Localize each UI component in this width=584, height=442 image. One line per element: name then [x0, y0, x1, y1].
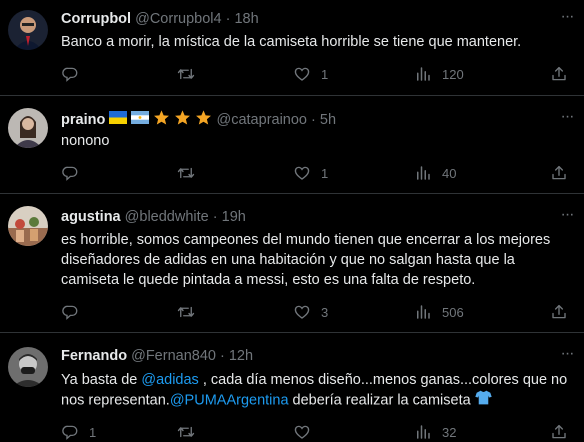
- argentina-flag-icon: [131, 111, 150, 129]
- share-button[interactable]: [550, 422, 568, 442]
- reply-button[interactable]: [61, 302, 79, 322]
- action-bar: 3 506: [0, 302, 584, 322]
- reply-button[interactable]: 1: [61, 422, 96, 442]
- more-icon[interactable]: ···: [558, 9, 576, 30]
- reply-icon: [61, 65, 79, 83]
- views-icon: [414, 164, 432, 182]
- heart-icon: [293, 65, 311, 83]
- action-bar: 1 40: [0, 163, 584, 183]
- reply-icon: [61, 303, 79, 321]
- display-name[interactable]: praino: [61, 112, 105, 128]
- retweet-button[interactable]: [177, 422, 195, 442]
- tweet-header: agustina @bleddwhite · 19h: [61, 208, 246, 226]
- reply-button[interactable]: [61, 64, 79, 84]
- separator: ·: [225, 11, 231, 27]
- ukraine-flag-icon: [109, 111, 128, 129]
- like-button[interactable]: 1: [293, 64, 328, 84]
- avatar[interactable]: [8, 206, 48, 246]
- tweet-2[interactable]: praino @cataprainoo · 5h ··· nonono 1 40: [0, 96, 584, 194]
- display-name[interactable]: agustina: [61, 209, 121, 225]
- avatar[interactable]: [8, 108, 48, 148]
- retweet-button[interactable]: [177, 64, 195, 84]
- tweet-text: Banco a morir, la mística de la camiseta…: [61, 34, 522, 50]
- retweet-button[interactable]: [177, 163, 195, 183]
- share-button[interactable]: [550, 163, 568, 183]
- share-icon: [550, 65, 568, 83]
- action-bar: 1 120: [0, 64, 584, 84]
- heart-icon: [293, 164, 311, 182]
- tshirt-icon: [475, 390, 492, 411]
- views-icon: [414, 65, 432, 83]
- like-button[interactable]: 3: [293, 302, 328, 322]
- views-button[interactable]: 120: [414, 64, 464, 84]
- handle[interactable]: @bleddwhite: [125, 209, 209, 225]
- view-count: 32: [442, 424, 457, 440]
- handle[interactable]: @Corrupbol4: [135, 11, 221, 27]
- action-bar: 1 32: [0, 422, 584, 442]
- timestamp[interactable]: 19h: [222, 209, 246, 225]
- separator: ·: [212, 209, 218, 225]
- timestamp[interactable]: 18h: [234, 11, 258, 27]
- retweet-icon: [177, 164, 195, 182]
- timestamp[interactable]: 5h: [320, 112, 336, 128]
- views-button[interactable]: 32: [414, 422, 456, 442]
- views-icon: [414, 423, 432, 441]
- reply-button[interactable]: [61, 163, 79, 183]
- tweet-4[interactable]: Fernando @Fernan840 · 12h ··· Ya basta d…: [0, 333, 584, 442]
- share-icon: [550, 164, 568, 182]
- heart-icon: [293, 423, 311, 441]
- like-button[interactable]: [293, 422, 311, 442]
- share-button[interactable]: [550, 64, 568, 84]
- retweet-icon: [177, 65, 195, 83]
- more-icon[interactable]: ···: [558, 207, 576, 228]
- share-icon: [550, 303, 568, 321]
- views-button[interactable]: 40: [414, 163, 456, 183]
- reply-icon: [61, 423, 79, 441]
- text-segment: Ya basta de: [61, 372, 142, 388]
- star-icon: [174, 109, 191, 131]
- mention-link[interactable]: @adidas: [141, 372, 198, 388]
- like-count: 3: [321, 304, 329, 320]
- tweet-text: es horrible, somos campeones del mundo t…: [61, 232, 551, 288]
- tweet-header: Corrupbol @Corrupbol4 · 18h: [61, 10, 259, 28]
- tweet-text: nonono: [61, 133, 110, 149]
- like-button[interactable]: 1: [293, 163, 328, 183]
- view-count: 120: [442, 66, 464, 82]
- separator: ·: [311, 111, 316, 128]
- display-name[interactable]: Fernando: [61, 348, 127, 364]
- tweet-3[interactable]: agustina @bleddwhite · 19h ··· es horrib…: [0, 194, 584, 333]
- views-icon: [414, 303, 432, 321]
- retweet-icon: [177, 303, 195, 321]
- share-button[interactable]: [550, 302, 568, 322]
- mention-link[interactable]: @PUMAArgentina: [170, 392, 289, 408]
- more-icon[interactable]: ···: [558, 109, 576, 130]
- retweet-button[interactable]: [177, 302, 195, 322]
- avatar[interactable]: [8, 347, 48, 387]
- text-segment: debería realizar la camiseta: [288, 392, 475, 409]
- display-name[interactable]: Corrupbol: [61, 11, 131, 27]
- handle[interactable]: @Fernan840: [131, 348, 216, 364]
- like-count: 1: [321, 165, 329, 181]
- star-icon: [195, 109, 212, 131]
- more-icon[interactable]: ···: [558, 346, 576, 367]
- heart-icon: [293, 303, 311, 321]
- reply-icon: [61, 164, 79, 182]
- tweet-1[interactable]: Corrupbol @Corrupbol4 · 18h ··· Banco a …: [0, 0, 584, 96]
- handle[interactable]: @cataprainoo: [217, 112, 308, 128]
- reply-count: 1: [89, 424, 97, 440]
- view-count: 40: [442, 165, 457, 181]
- views-button[interactable]: 506: [414, 302, 464, 322]
- avatar[interactable]: [8, 10, 48, 50]
- timestamp[interactable]: 12h: [229, 348, 253, 364]
- separator: ·: [219, 348, 225, 364]
- retweet-icon: [177, 423, 195, 441]
- star-icon: [153, 109, 170, 131]
- tweet-header: praino @cataprainoo · 5h: [61, 109, 336, 131]
- like-count: 1: [321, 66, 329, 82]
- tweet-text: Ya basta de @adidas , cada día menos dis…: [61, 370, 570, 411]
- share-icon: [550, 423, 568, 441]
- view-count: 506: [442, 304, 464, 320]
- tweet-header: Fernando @Fernan840 · 12h: [61, 347, 253, 365]
